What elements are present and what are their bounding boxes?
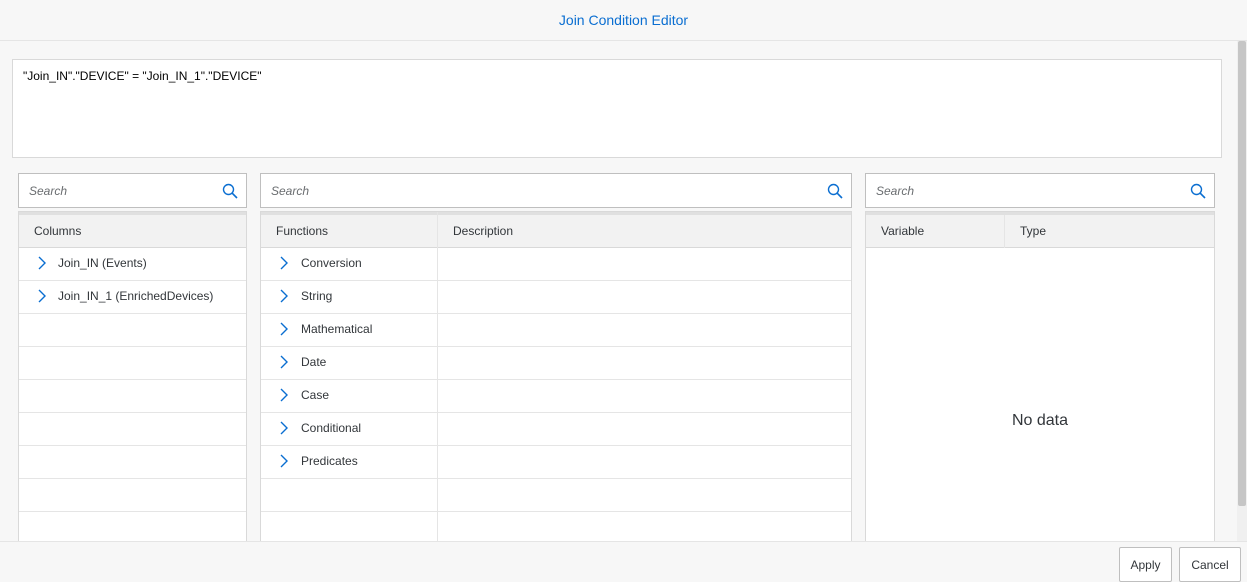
- function-category-label: Conversion: [301, 256, 362, 270]
- columns-table-header: Columns: [19, 212, 246, 248]
- column-item-label: Join_IN_1 (EnrichedDevices): [58, 289, 214, 303]
- variables-search-input[interactable]: [876, 174, 1179, 207]
- vertical-scrollbar[interactable]: [1237, 41, 1247, 541]
- table-row: [19, 413, 246, 446]
- column-header-functions[interactable]: Functions: [261, 215, 328, 248]
- chevron-right-icon[interactable]: [279, 256, 289, 270]
- dialog-footer: Apply Cancel: [0, 541, 1247, 582]
- search-icon[interactable]: [222, 183, 238, 199]
- table-row: [19, 446, 246, 479]
- cancel-button[interactable]: Cancel: [1179, 547, 1241, 582]
- chevron-right-icon[interactable]: [279, 454, 289, 468]
- table-row: [19, 380, 246, 413]
- functions-search-field[interactable]: [260, 173, 852, 208]
- chevron-right-icon[interactable]: [37, 289, 47, 303]
- functions-table: Functions Description Conversion String …: [260, 211, 852, 551]
- chevron-right-icon[interactable]: [279, 322, 289, 336]
- dialog-header: Join Condition Editor: [0, 0, 1247, 41]
- table-row: [261, 479, 851, 512]
- function-category-label: Date: [301, 355, 327, 369]
- chevron-right-icon[interactable]: [279, 421, 289, 435]
- search-icon[interactable]: [1190, 183, 1206, 199]
- variables-table-header: Variable Type: [866, 212, 1214, 248]
- function-category-label: String: [301, 289, 333, 303]
- columns-search-input[interactable]: [29, 174, 211, 207]
- table-row: [19, 479, 246, 512]
- table-row[interactable]: Conditional: [261, 413, 851, 446]
- table-row: [19, 314, 246, 347]
- column-header-description[interactable]: Description: [438, 215, 513, 248]
- apply-button[interactable]: Apply: [1119, 547, 1172, 582]
- table-row[interactable]: Predicates: [261, 446, 851, 479]
- functions-search-input[interactable]: [271, 174, 816, 207]
- table-row[interactable]: Join_IN_1 (EnrichedDevices): [19, 281, 246, 314]
- function-category-label: Conditional: [301, 421, 362, 435]
- table-row[interactable]: Case: [261, 380, 851, 413]
- column-header-variable[interactable]: Variable: [866, 215, 924, 248]
- columns-table: Columns Join_IN (Events) Join_IN_1 (Enri…: [18, 211, 247, 551]
- chevron-right-icon[interactable]: [279, 388, 289, 402]
- table-row[interactable]: Conversion: [261, 248, 851, 281]
- dialog-title: Join Condition Editor: [558, 12, 689, 28]
- function-category-label: Mathematical: [301, 322, 373, 336]
- column-divider: [1004, 215, 1005, 248]
- table-row: [19, 347, 246, 380]
- chevron-right-icon[interactable]: [37, 256, 47, 270]
- functions-table-header: Functions Description: [261, 212, 851, 248]
- table-row[interactable]: Mathematical: [261, 314, 851, 347]
- no-data-message: No data: [1011, 412, 1069, 429]
- chevron-right-icon[interactable]: [279, 289, 289, 303]
- column-item-label: Join_IN (Events): [58, 256, 147, 270]
- function-category-label: Case: [301, 388, 330, 402]
- chevron-right-icon[interactable]: [279, 355, 289, 369]
- function-category-label: Predicates: [301, 454, 358, 468]
- columns-search-field[interactable]: [18, 173, 247, 208]
- join-condition-expression[interactable]: "Join_IN"."DEVICE" = "Join_IN_1"."DEVICE…: [12, 59, 1222, 158]
- variables-table: Variable Type No data: [865, 211, 1215, 551]
- search-icon[interactable]: [827, 183, 843, 199]
- column-header-type[interactable]: Type: [1005, 215, 1046, 248]
- scrollbar-thumb[interactable]: [1238, 41, 1246, 506]
- table-row[interactable]: String: [261, 281, 851, 314]
- table-row[interactable]: Date: [261, 347, 851, 380]
- column-header-columns[interactable]: Columns: [19, 215, 81, 248]
- variables-search-field[interactable]: [865, 173, 1215, 208]
- expression-text: "Join_IN"."DEVICE" = "Join_IN_1"."DEVICE…: [23, 69, 262, 83]
- table-row[interactable]: Join_IN (Events): [19, 248, 246, 281]
